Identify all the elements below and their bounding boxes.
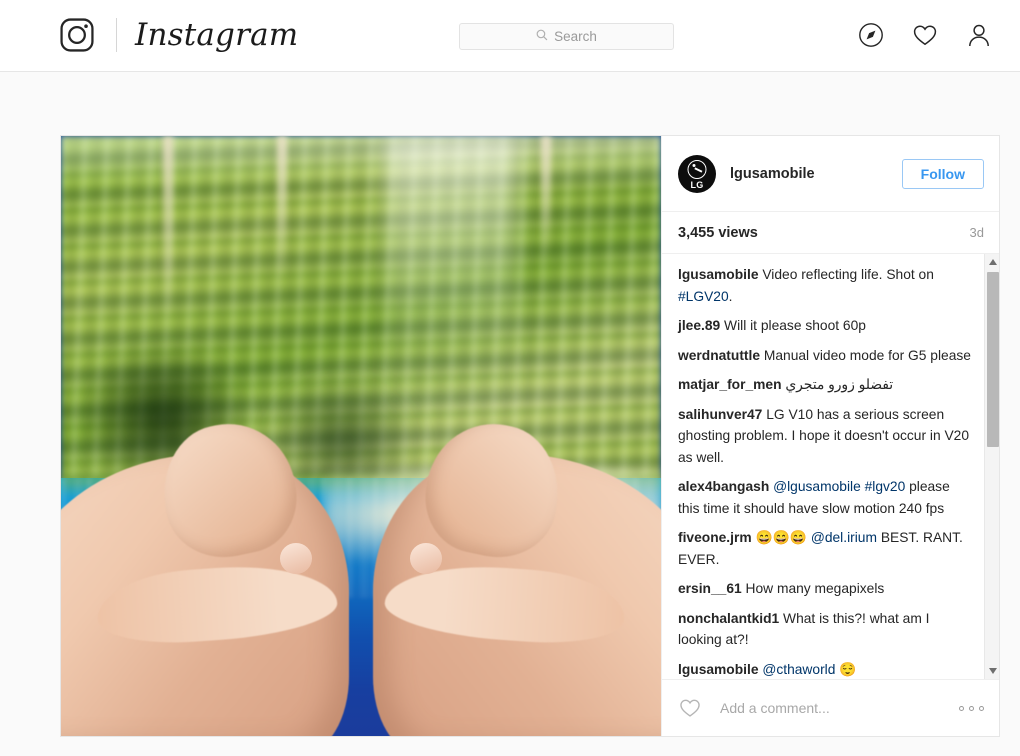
add-comment-bar (662, 680, 999, 736)
comment-author[interactable]: fiveone.jrm (678, 530, 752, 545)
search-placeholder: Search (554, 28, 597, 44)
comment-author[interactable]: nonchalantkid1 (678, 611, 779, 626)
logo-divider (116, 18, 117, 52)
comments-list: lgusamobile Video reflecting life. Shot … (662, 254, 984, 679)
post-author-username[interactable]: lgusamobile (730, 166, 902, 182)
comment-item: fiveone.jrm 😄😄😄 @del.irium BEST. RANT. E… (678, 527, 974, 570)
comment-author[interactable]: matjar_for_men (678, 377, 782, 392)
comment-text: Will it please shoot 60p (724, 318, 866, 333)
comment-text: . (728, 288, 733, 304)
comment-author[interactable]: jlee.89 (678, 318, 720, 333)
comment-text-rtl: تفضلو زورو متجري (785, 377, 894, 392)
comment-author[interactable]: lgusamobile (678, 662, 759, 677)
post-sidebar: LG lgusamobile Follow 3,455 views 3d lgu… (661, 136, 999, 736)
comment-item: matjar_for_men تفضلو زورو متجري (678, 374, 974, 396)
comment-item: lgusamobile Video reflecting life. Shot … (678, 264, 974, 307)
instagram-camera-icon[interactable] (58, 16, 96, 54)
follow-button[interactable]: Follow (901, 158, 984, 189)
comment-text: 😌 (835, 661, 857, 677)
lg-logo-avatar[interactable]: LG (678, 154, 716, 193)
scroll-up-arrow[interactable] (985, 254, 999, 270)
avatar-label: LG (690, 179, 704, 190)
post-header: LG lgusamobile Follow (662, 136, 999, 212)
tree-trunk-2 (277, 136, 287, 280)
comment-link[interactable]: @del.irium (811, 530, 877, 545)
comment-author[interactable]: ersin__61 (678, 581, 742, 596)
post-photo (61, 136, 661, 736)
comments-scrollbar[interactable] (984, 254, 999, 679)
comment-link[interactable]: @lgusamobile (773, 479, 861, 494)
add-comment-input[interactable] (718, 699, 949, 717)
top-navigation-bar: Instagram Search (0, 0, 1020, 72)
comment-item: salihunver47 LG V10 has a serious screen… (678, 404, 974, 469)
tree-trunk-3 (541, 136, 551, 256)
post-media[interactable] (61, 136, 661, 736)
lg-face-mark (687, 159, 707, 179)
search-icon (536, 28, 548, 46)
comment-text: Video reflecting life. Shot on (762, 267, 934, 282)
comment-author[interactable]: lgusamobile (678, 267, 759, 282)
comment-link[interactable]: @cthaworld (762, 662, 835, 677)
post-card: LG lgusamobile Follow 3,455 views 3d lgu… (60, 135, 1000, 737)
activity-heart-icon[interactable] (912, 22, 938, 48)
comment-item: ersin__61 How many megapixels (678, 578, 974, 600)
comment-author[interactable]: salihunver47 (678, 407, 762, 422)
view-count: 3,455 views (678, 224, 758, 241)
comment-link[interactable]: #LGV20 (678, 289, 729, 304)
comments-section: lgusamobile Video reflecting life. Shot … (662, 254, 999, 680)
comment-text: How many megapixels (745, 581, 885, 596)
comment-text: 😄😄😄 (755, 530, 811, 545)
comment-item: lgusamobile @cthaworld 😌 (678, 659, 974, 680)
more-options-icon[interactable] (949, 705, 984, 711)
comment-item: werdnatuttle Manual video mode for G5 pl… (678, 345, 974, 367)
post-timestamp[interactable]: 3d (970, 225, 984, 240)
profile-person-icon[interactable] (966, 22, 992, 48)
comment-item: jlee.89 Will it please shoot 60p (678, 315, 974, 337)
nav-icon-group (858, 22, 992, 48)
light-streak (385, 136, 517, 412)
views-row: 3,455 views 3d (662, 212, 999, 254)
explore-compass-icon[interactable] (858, 22, 884, 48)
tree-trunk-1 (163, 136, 173, 316)
comment-author[interactable]: alex4bangash (678, 479, 769, 494)
brand-wordmark[interactable]: Instagram (135, 16, 298, 54)
comment-text: Manual video mode for G5 please (763, 347, 971, 363)
right-fingernail (409, 542, 442, 574)
search-input-container[interactable]: Search (459, 23, 674, 50)
scrollbar-thumb[interactable] (987, 272, 999, 447)
brand-logo-group[interactable]: Instagram (58, 16, 298, 54)
comment-item: nonchalantkid1 What is this?! what am I … (678, 608, 974, 651)
comment-item: alex4bangash @lgusamobile #lgv20 please … (678, 476, 974, 519)
comment-link[interactable]: #lgv20 (865, 479, 906, 494)
scroll-down-arrow[interactable] (985, 663, 999, 679)
heart-icon[interactable] (678, 696, 702, 720)
comment-author[interactable]: werdnatuttle (678, 348, 760, 363)
